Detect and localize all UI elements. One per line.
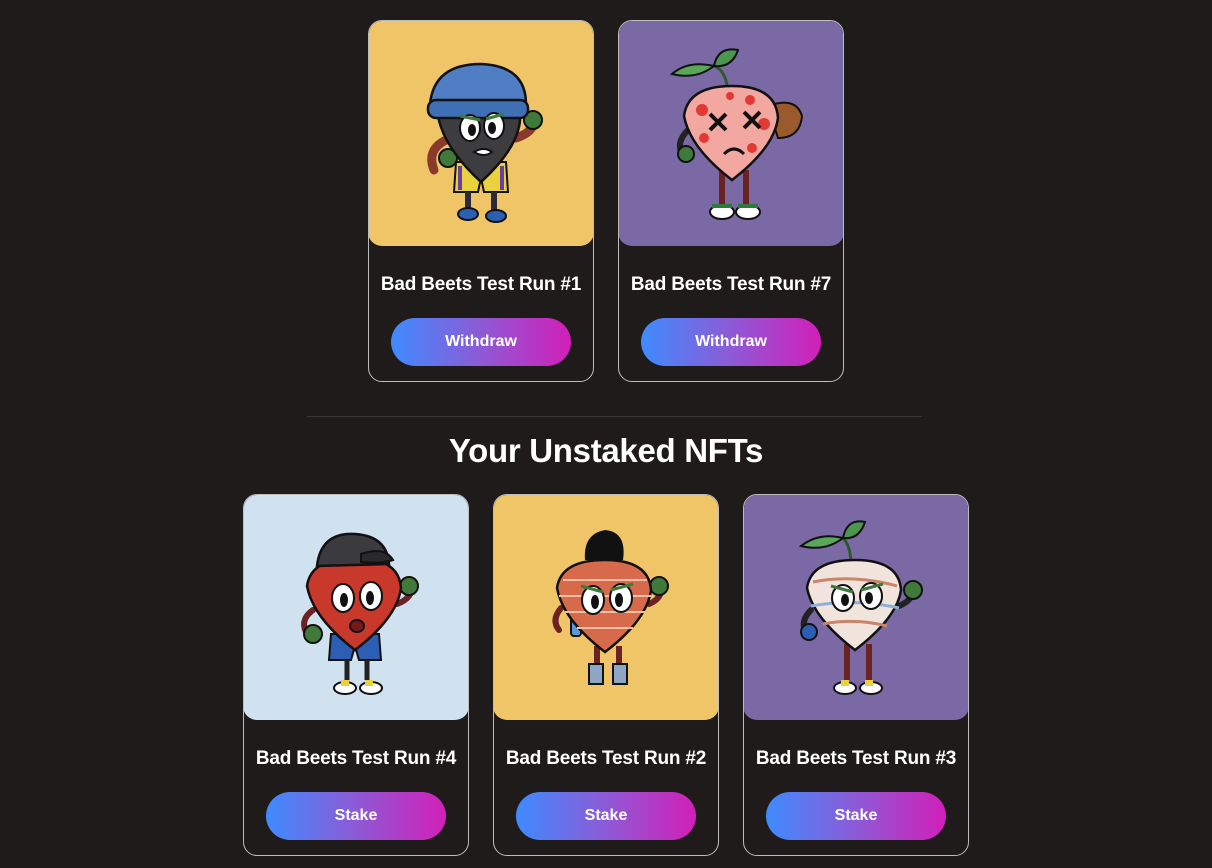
beet-beanie-icon: [369, 21, 593, 246]
section-divider: [307, 416, 922, 417]
unstaked-nfts-row: Bad Beets Test Run #4 Stake Bad Beets Te…: [0, 494, 1212, 856]
staked-nfts-row: Bad Beets Test Run #1 Withdraw Bad Beets…: [0, 20, 1212, 382]
beet-brick-icon: [494, 495, 718, 720]
nft-title: Bad Beets Test Run #4: [255, 748, 457, 769]
nft-card: Bad Beets Test Run #3 Stake: [743, 494, 969, 856]
withdraw-button[interactable]: Withdraw: [391, 318, 571, 366]
unstaked-section-heading: Your Unstaked NFTs: [448, 432, 764, 469]
nft-card: Bad Beets Test Run #4 Stake: [243, 494, 469, 856]
nft-card: Bad Beets Test Run #2 Stake: [493, 494, 719, 856]
beet-spotted-icon: [619, 21, 843, 246]
nft-staking-page: Bad Beets Test Run #1 Withdraw Bad Beets…: [0, 0, 1212, 868]
nft-card: Bad Beets Test Run #7 Withdraw: [618, 20, 844, 382]
stake-button[interactable]: Stake: [766, 792, 946, 840]
nft-card: Bad Beets Test Run #1 Withdraw: [368, 20, 594, 382]
stake-button[interactable]: Stake: [516, 792, 696, 840]
nft-title: Bad Beets Test Run #1: [380, 274, 582, 295]
nft-title: Bad Beets Test Run #2: [505, 748, 707, 769]
nft-title: Bad Beets Test Run #3: [755, 748, 957, 769]
nft-title: Bad Beets Test Run #7: [630, 274, 832, 295]
withdraw-button[interactable]: Withdraw: [641, 318, 821, 366]
beet-marble-icon: [744, 495, 968, 720]
beet-cap-icon: [244, 495, 468, 720]
stake-button[interactable]: Stake: [266, 792, 446, 840]
